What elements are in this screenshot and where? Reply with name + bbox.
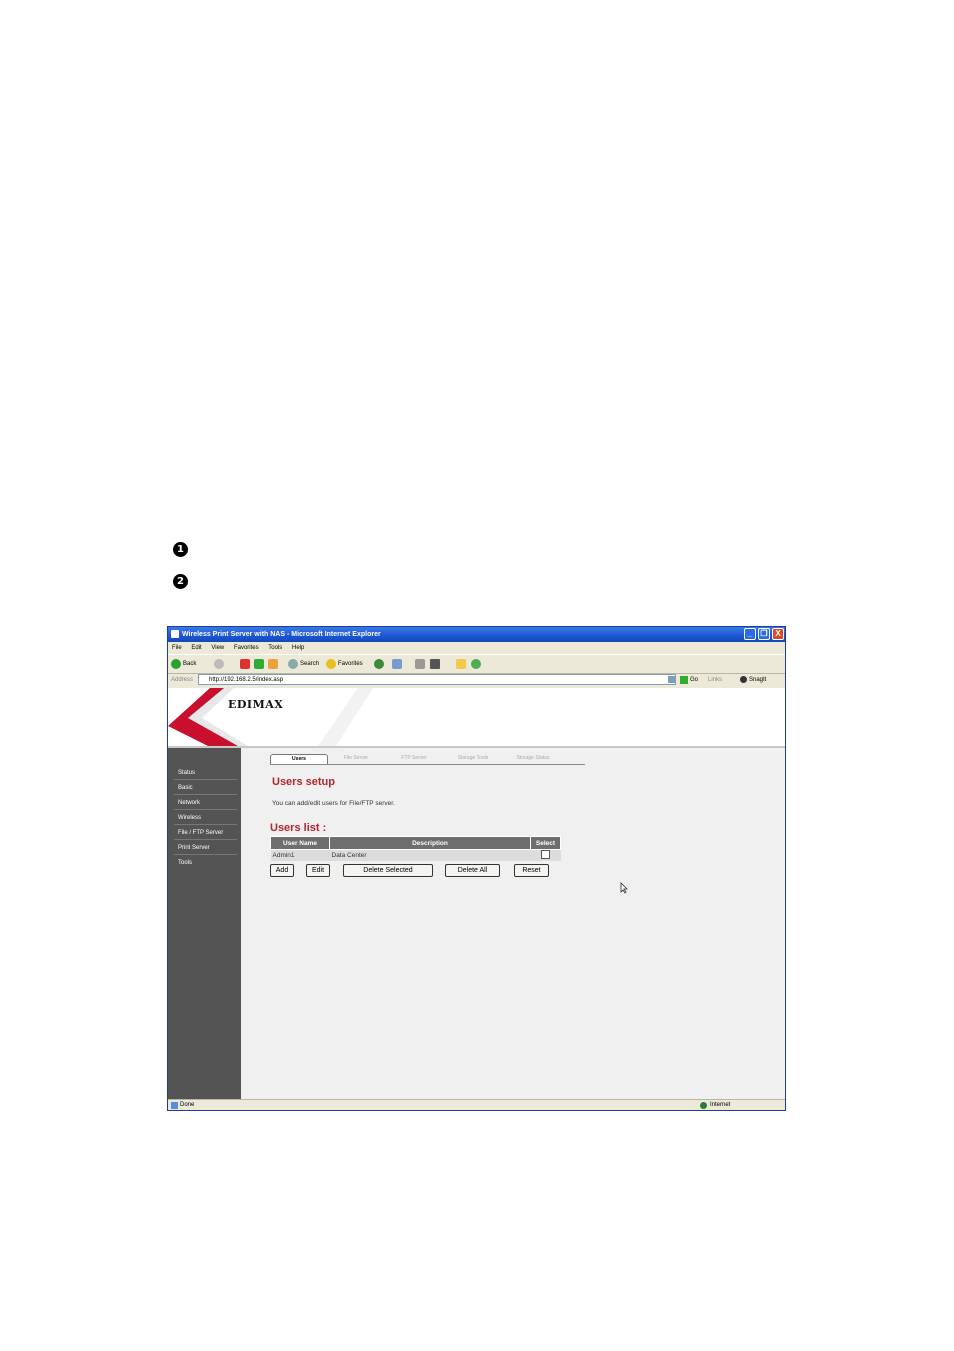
menu-tools[interactable]: Tools [268,645,282,651]
status-bar: Done Internet [168,1099,785,1110]
menu-file[interactable]: File [172,645,182,651]
red-swoosh-logo-graphic [168,688,373,746]
tab-users[interactable]: Users [270,754,328,764]
page-header: EDIMAX [168,688,785,748]
address-bar: Address http://192.168.2.5/index.asp Go … [168,673,785,687]
column-header-user-name: User Name [270,836,330,850]
sidebar: Status Basic Network Wireless File / FTP… [168,748,241,1099]
cell-description: Data Center [329,849,531,861]
window-title: Wireless Print Server with NAS - Microso… [182,631,381,638]
tab-bar: Users File Server FTP Server Storage Too… [270,754,585,765]
home-button[interactable] [268,655,278,673]
print-button[interactable] [415,655,425,673]
tab-ftp-server[interactable]: FTP Server [386,754,442,763]
menu-edit[interactable]: Edit [191,645,201,651]
stop-button[interactable] [240,655,250,673]
menu-bar: File Edit View Favorites Tools Help [168,642,785,654]
column-header-description: Description [329,836,531,850]
sidebar-item-basic[interactable]: Basic [174,781,237,795]
zone-text: Internet [710,1102,731,1108]
snagit-icon [740,676,747,683]
address-label: Address [171,677,194,683]
delete-selected-button[interactable]: Delete Selected [343,864,433,877]
status-text: Done [180,1102,195,1108]
back-button[interactable]: Back [171,655,196,673]
table-header-row: User Name Description Select [270,836,561,850]
tab-storage-tools[interactable]: Storage Tools [444,754,502,763]
users-list-heading: Users list : [270,822,327,834]
sidebar-item-wireless[interactable]: Wireless [174,811,237,825]
snagit-button[interactable]: SnagIt [749,673,766,687]
print-icon [415,659,425,669]
bullet-two-icon: 2 [173,574,188,589]
go-button[interactable]: Go [690,673,698,687]
internet-globe-icon [700,1102,707,1109]
mail-icon [392,659,402,669]
sidebar-item-print-server[interactable]: Print Server [174,841,237,855]
cell-user-name: Admin1 [270,849,330,861]
page-title: Users setup [272,776,335,788]
star-icon [326,659,336,669]
refresh-icon [254,659,264,669]
column-header-select: Select [530,836,561,850]
minimize-button[interactable]: _ [744,628,756,640]
menu-view[interactable]: View [211,645,224,651]
refresh-button[interactable] [254,655,264,673]
edit-page-icon [430,659,440,669]
address-input[interactable]: http://192.168.2.5/index.asp [198,674,676,685]
browser-window: Wireless Print Server with NAS - Microso… [167,626,786,1111]
cell-select [530,849,561,861]
search-icon [288,659,298,669]
edit-button[interactable]: Edit [306,864,330,877]
home-icon [268,659,278,669]
bullet-one-icon: 1 [173,542,188,557]
history-icon [374,659,384,669]
ie-icon [171,630,179,638]
address-dropdown-icon[interactable] [668,676,675,683]
menu-help[interactable]: Help [292,645,304,651]
title-bar: Wireless Print Server with NAS - Microso… [168,627,785,642]
sidebar-item-network[interactable]: Network [174,796,237,810]
stop-icon [240,659,250,669]
menu-favorites[interactable]: Favorites [234,645,259,651]
links-label[interactable]: Links [708,673,722,687]
table-row: Admin1 Data Center [270,849,561,861]
edit-page-button[interactable] [430,655,440,673]
back-arrow-icon [171,659,181,669]
page-status-icon [171,1102,178,1109]
delete-all-button[interactable]: Delete All [445,864,500,877]
folder-button[interactable] [456,655,466,673]
mail-button[interactable] [392,655,402,673]
close-button[interactable]: X [772,628,784,640]
go-arrow-icon [680,676,688,684]
sidebar-item-tools[interactable]: Tools [174,856,237,870]
page-content: EDIMAX Status Basic Network Wireless Fil… [168,688,785,1099]
edimax-logo: EDIMAX [228,698,284,711]
tab-file-server[interactable]: File Server [328,754,384,763]
add-button[interactable]: Add [270,864,294,877]
messenger-button[interactable] [471,655,481,673]
forward-button[interactable] [214,655,224,673]
reset-button[interactable]: Reset [514,864,549,877]
sidebar-item-status[interactable]: Status [174,766,237,780]
maximize-button[interactable]: ❐ [758,628,770,640]
sidebar-item-file-ftp-server[interactable]: File / FTP Server [174,826,237,840]
forward-arrow-icon [214,659,224,669]
tab-storage-status[interactable]: Storage Status [504,754,562,763]
page-description: You can add/edit users for File/FTP serv… [272,800,395,807]
favorites-button[interactable]: Favorites [326,655,363,673]
folder-icon [456,659,466,669]
mouse-cursor-icon [620,882,628,897]
select-checkbox[interactable] [541,850,550,859]
search-button[interactable]: Search [288,655,319,673]
users-table: User Name Description Select Admin1 Data… [270,836,561,861]
messenger-icon [471,659,481,669]
history-button[interactable] [374,655,384,673]
toolbar: Back Search Favorites [168,654,785,674]
